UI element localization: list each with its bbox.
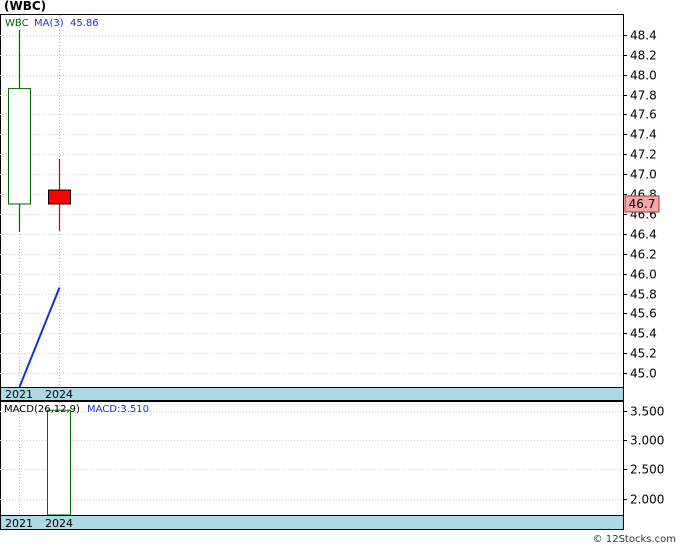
price-y-tick-label: 47.2 bbox=[630, 148, 657, 162]
price-y-tick-label: 45.0 bbox=[630, 367, 657, 381]
price-y-tick-label: 47.0 bbox=[630, 168, 657, 182]
price-y-tick-label: 45.4 bbox=[630, 327, 657, 341]
macd-bars bbox=[47, 409, 71, 516]
price-y-tick-label: 46.4 bbox=[630, 228, 657, 242]
price-x-label-2021: 2021 bbox=[5, 388, 33, 401]
macd-bar bbox=[47, 409, 71, 516]
price-y-tick-label: 48.0 bbox=[630, 69, 657, 83]
price-x-label-2024: 2024 bbox=[45, 388, 73, 401]
macd-y-tick-label: 2.500 bbox=[630, 463, 664, 477]
price-panel bbox=[0, 14, 624, 388]
price-y-tick-label: 47.8 bbox=[630, 89, 657, 103]
price-y-tick-label: 48.4 bbox=[630, 29, 657, 43]
legend-ma-label: MA(3) bbox=[34, 18, 64, 29]
price-y-tick-label: 45.6 bbox=[630, 307, 657, 321]
macd-x-label-2021: 2021 bbox=[5, 517, 33, 530]
price-y-tick-label: 45.8 bbox=[630, 288, 657, 302]
price-x-band bbox=[0, 387, 624, 401]
last-price-label: 46.7 bbox=[629, 197, 656, 211]
price-y-tick-label: 47.4 bbox=[630, 128, 657, 142]
price-y-tick-label: 46.0 bbox=[630, 268, 657, 282]
price-y-tick-label: 46.2 bbox=[630, 248, 657, 262]
stock-chart: 48.448.248.047.847.647.447.247.046.846.6… bbox=[0, 14, 664, 530]
price-y-tick-label: 48.2 bbox=[630, 49, 657, 63]
macd-y-tick-label: 2.000 bbox=[630, 493, 664, 507]
macd-legend-value: MACD:3.510 bbox=[87, 404, 149, 415]
macd-y-axis: 3.500 3.000 2.500 2.000 bbox=[623, 405, 664, 507]
legend-ma-value: 45.86 bbox=[70, 18, 99, 29]
macd-y-tick-label: 3.500 bbox=[630, 405, 664, 419]
credit-text: © 12Stocks.com bbox=[592, 534, 676, 545]
price-y-tick-label: 45.2 bbox=[630, 347, 657, 361]
macd-x-label-2024: 2024 bbox=[45, 517, 73, 530]
macd-x-band bbox=[0, 515, 624, 530]
candle-body bbox=[8, 88, 31, 205]
legend-symbol: WBC bbox=[5, 18, 29, 29]
macd-legend-name: MACD(26,12,9) bbox=[4, 404, 80, 415]
macd-panel bbox=[0, 401, 624, 516]
price-y-tick-label: 47.6 bbox=[630, 108, 657, 122]
candle-body bbox=[48, 189, 71, 205]
macd-y-tick-label: 3.000 bbox=[630, 434, 664, 448]
